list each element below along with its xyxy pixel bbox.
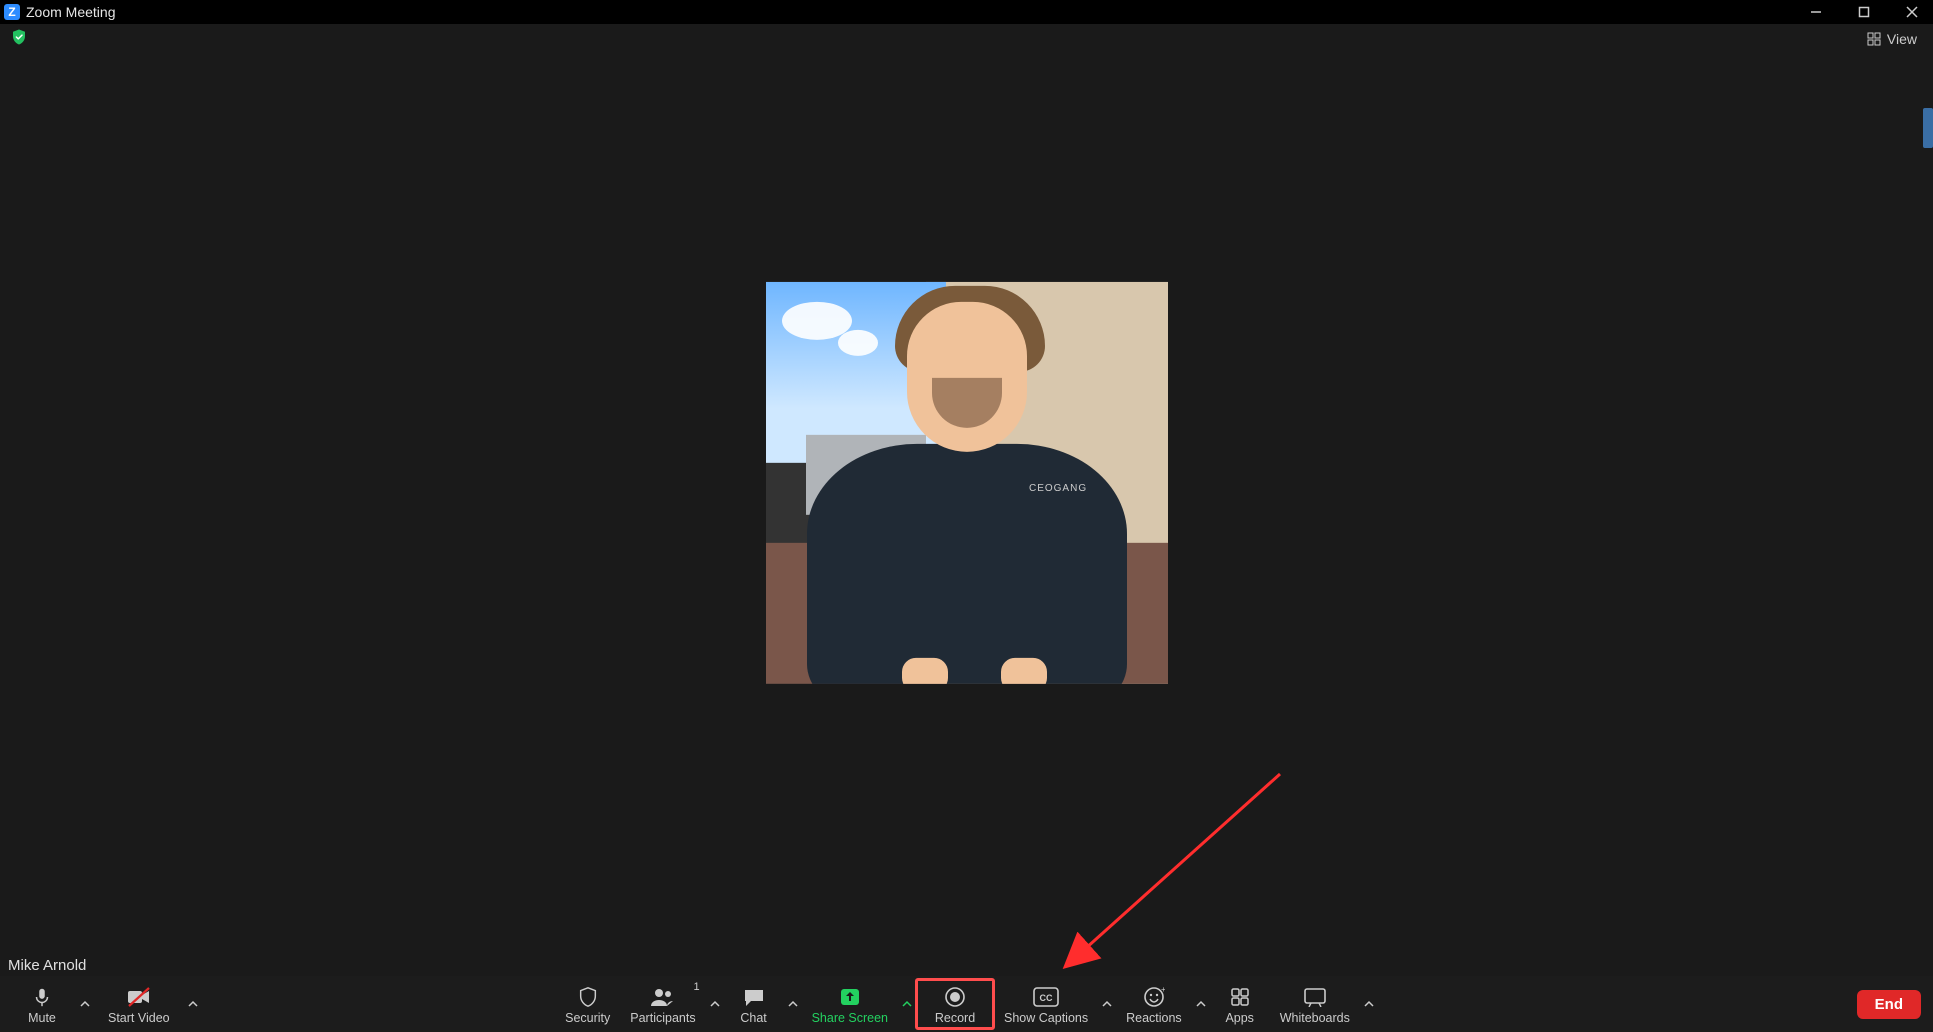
meeting-subbar: View bbox=[0, 24, 1933, 54]
mute-label: Mute bbox=[28, 1011, 56, 1025]
chat-icon bbox=[742, 985, 766, 1009]
security-button[interactable]: Security bbox=[555, 979, 620, 1029]
security-label: Security bbox=[565, 1011, 610, 1025]
start-video-label: Start Video bbox=[108, 1011, 170, 1025]
participant-name-label: Mike Arnold bbox=[4, 955, 90, 976]
show-captions-label: Show Captions bbox=[1004, 1011, 1088, 1025]
video-options-caret[interactable] bbox=[184, 979, 202, 1029]
share-screen-button[interactable]: Share Screen bbox=[802, 979, 898, 1029]
view-button[interactable]: View bbox=[1867, 31, 1917, 47]
mute-button[interactable]: Mute bbox=[12, 979, 72, 1029]
share-screen-icon bbox=[839, 985, 861, 1009]
window-title: Zoom Meeting bbox=[26, 4, 115, 20]
end-meeting-button[interactable]: End bbox=[1857, 990, 1921, 1019]
window-minimize-button[interactable] bbox=[1801, 2, 1831, 22]
apps-button[interactable]: Apps bbox=[1210, 979, 1270, 1029]
participant-photo: CEOGANG bbox=[766, 282, 1168, 684]
whiteboards-label: Whiteboards bbox=[1280, 1011, 1350, 1025]
participants-count: 1 bbox=[693, 981, 699, 993]
microphone-icon bbox=[31, 985, 53, 1009]
chat-button[interactable]: Chat bbox=[724, 979, 784, 1029]
apps-label: Apps bbox=[1225, 1011, 1254, 1025]
window-titlebar: Z Zoom Meeting bbox=[0, 0, 1933, 24]
window-close-button[interactable] bbox=[1897, 2, 1927, 22]
meeting-stage: CEOGANG Mike Arnold bbox=[0, 54, 1933, 976]
smiley-icon: + bbox=[1143, 985, 1165, 1009]
reactions-label: Reactions bbox=[1126, 1011, 1182, 1025]
shirt-text: CEOGANG bbox=[1029, 483, 1087, 494]
participants-label: Participants bbox=[630, 1011, 695, 1025]
encryption-shield-icon[interactable] bbox=[10, 28, 28, 51]
whiteboards-options-caret[interactable] bbox=[1360, 979, 1378, 1029]
chat-options-caret[interactable] bbox=[784, 979, 802, 1029]
participant-video-tile[interactable]: CEOGANG bbox=[766, 282, 1168, 684]
svg-text:CC: CC bbox=[1040, 993, 1053, 1003]
whiteboards-button[interactable]: Whiteboards bbox=[1270, 979, 1360, 1029]
shield-icon bbox=[577, 985, 599, 1009]
view-label: View bbox=[1887, 31, 1917, 47]
reactions-options-caret[interactable] bbox=[1192, 979, 1210, 1029]
whiteboard-icon bbox=[1303, 985, 1327, 1009]
captions-icon: CC bbox=[1033, 985, 1059, 1009]
meeting-controlbar: Mute Start Video Security 1 Participants bbox=[0, 976, 1933, 1032]
share-screen-options-caret[interactable] bbox=[898, 979, 916, 1029]
start-video-button[interactable]: Start Video bbox=[98, 979, 180, 1029]
chat-label: Chat bbox=[740, 1011, 766, 1025]
svg-text:+: + bbox=[1161, 986, 1165, 994]
participants-options-caret[interactable] bbox=[706, 979, 724, 1029]
captions-options-caret[interactable] bbox=[1098, 979, 1116, 1029]
zoom-app-icon: Z bbox=[4, 4, 20, 20]
video-off-icon bbox=[126, 985, 152, 1009]
share-screen-label: Share Screen bbox=[812, 1011, 888, 1025]
participants-icon bbox=[649, 985, 677, 1009]
record-button[interactable]: Record bbox=[916, 979, 994, 1029]
reactions-button[interactable]: + Reactions bbox=[1116, 979, 1192, 1029]
show-captions-button[interactable]: CC Show Captions bbox=[994, 979, 1098, 1029]
grid-icon bbox=[1867, 32, 1881, 46]
apps-icon bbox=[1229, 985, 1251, 1009]
record-icon bbox=[944, 985, 966, 1009]
participants-button[interactable]: 1 Participants bbox=[620, 979, 705, 1029]
window-maximize-button[interactable] bbox=[1849, 2, 1879, 22]
record-label: Record bbox=[935, 1011, 975, 1025]
mute-options-caret[interactable] bbox=[76, 979, 94, 1029]
scrollbar[interactable] bbox=[1923, 108, 1933, 148]
